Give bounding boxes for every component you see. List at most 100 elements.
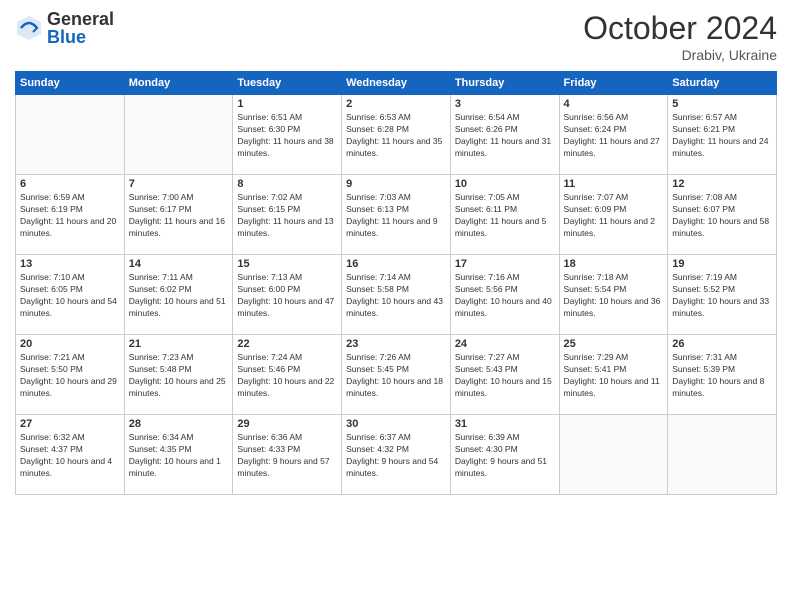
calendar-cell: 4 Sunrise: 6:56 AM Sunset: 6:24 PM Daylig… [559, 95, 668, 175]
logo-text: General Blue [47, 10, 114, 46]
calendar-cell [16, 95, 125, 175]
day-info: Sunrise: 7:31 AM Sunset: 5:39 PM Dayligh… [672, 352, 772, 400]
day-number: 1 [237, 98, 337, 110]
calendar-cell: 18 Sunrise: 7:18 AM Sunset: 5:54 PM Dayli… [559, 255, 668, 335]
day-number: 24 [455, 338, 555, 350]
day-info: Sunrise: 7:13 AM Sunset: 6:00 PM Dayligh… [237, 272, 337, 320]
day-info: Sunrise: 6:39 AM Sunset: 4:30 PM Dayligh… [455, 432, 555, 480]
day-info: Sunrise: 6:56 AM Sunset: 6:24 PM Dayligh… [564, 112, 664, 160]
day-number: 21 [129, 338, 229, 350]
weekday-header-friday: Friday [559, 72, 668, 95]
calendar-cell: 14Sunrise: 7:11 AM Sunset: 6:02 PM Dayli… [124, 255, 233, 335]
calendar-cell [559, 415, 668, 495]
weekday-header-row: SundayMondayTuesdayWednesdayThursdayFrid… [16, 72, 777, 95]
day-info: Sunrise: 7:21 AM Sunset: 5:50 PM Dayligh… [20, 352, 120, 400]
day-info: Sunrise: 7:07 AM Sunset: 6:09 PM Dayligh… [564, 192, 664, 240]
day-info: Sunrise: 6:34 AM Sunset: 4:35 PM Dayligh… [129, 432, 229, 480]
day-info: Sunrise: 7:19 AM Sunset: 5:52 PM Dayligh… [672, 272, 772, 320]
calendar-cell: 9Sunrise: 7:03 AM Sunset: 6:13 PM Daylig… [342, 175, 451, 255]
weekday-header-sunday: Sunday [16, 72, 125, 95]
calendar-cell: 29 Sunrise: 6:36 AM Sunset: 4:33 PM Dayli… [233, 415, 342, 495]
day-info: Sunrise: 7:14 AM Sunset: 5:58 PM Dayligh… [346, 272, 446, 320]
day-info: Sunrise: 6:36 AM Sunset: 4:33 PM Dayligh… [237, 432, 337, 480]
calendar-cell: 20 Sunrise: 7:21 AM Sunset: 5:50 PM Dayli… [16, 335, 125, 415]
weekday-header-thursday: Thursday [450, 72, 559, 95]
location: Drabiv, Ukraine [583, 47, 777, 63]
day-number: 26 [672, 338, 772, 350]
day-info: Sunrise: 6:54 AM Sunset: 6:26 PM Dayligh… [455, 112, 555, 160]
calendar-week-5: 27 Sunrise: 6:32 AM Sunset: 4:37 PM Dayli… [16, 415, 777, 495]
day-info: Sunrise: 7:10 AM Sunset: 6:05 PM Dayligh… [20, 272, 120, 320]
weekday-header-saturday: Saturday [668, 72, 777, 95]
month-title: October 2024 [583, 10, 777, 47]
day-number: 5 [672, 98, 772, 110]
day-info: Sunrise: 7:26 AM Sunset: 5:45 PM Dayligh… [346, 352, 446, 400]
calendar-cell: 6 Sunrise: 6:59 AM Sunset: 6:19 PM Daylig… [16, 175, 125, 255]
weekday-header-tuesday: Tuesday [233, 72, 342, 95]
logo: General Blue [15, 10, 114, 46]
day-info: Sunrise: 6:57 AM Sunset: 6:21 PM Dayligh… [672, 112, 772, 160]
day-number: 29 [237, 418, 337, 430]
day-number: 14 [129, 258, 229, 270]
day-number: 13 [20, 258, 120, 270]
day-number: 10 [455, 178, 555, 190]
calendar-cell: 7 Sunrise: 7:00 AM Sunset: 6:17 PM Daylig… [124, 175, 233, 255]
day-number: 4 [564, 98, 664, 110]
calendar-week-1: 1 Sunrise: 6:51 AM Sunset: 6:30 PM Daylig… [16, 95, 777, 175]
calendar-cell: 13 Sunrise: 7:10 AM Sunset: 6:05 PM Dayli… [16, 255, 125, 335]
day-info: Sunrise: 7:03 AM Sunset: 6:13 PM Dayligh… [346, 192, 446, 240]
day-info: Sunrise: 7:29 AM Sunset: 5:41 PM Dayligh… [564, 352, 664, 400]
calendar-cell: 11 Sunrise: 7:07 AM Sunset: 6:09 PM Dayli… [559, 175, 668, 255]
day-number: 11 [564, 178, 664, 190]
calendar-cell: 19Sunrise: 7:19 AM Sunset: 5:52 PM Dayli… [668, 255, 777, 335]
calendar-cell: 2 Sunrise: 6:53 AM Sunset: 6:28 PM Daylig… [342, 95, 451, 175]
logo-general: General [47, 10, 114, 28]
calendar-week-3: 13 Sunrise: 7:10 AM Sunset: 6:05 PM Dayli… [16, 255, 777, 335]
calendar-cell: 21 Sunrise: 7:23 AM Sunset: 5:48 PM Dayli… [124, 335, 233, 415]
day-number: 16 [346, 258, 446, 270]
calendar-cell: 15 Sunrise: 7:13 AM Sunset: 6:00 PM Dayli… [233, 255, 342, 335]
calendar-week-4: 20 Sunrise: 7:21 AM Sunset: 5:50 PM Dayli… [16, 335, 777, 415]
day-info: Sunrise: 6:37 AM Sunset: 4:32 PM Dayligh… [346, 432, 446, 480]
day-number: 17 [455, 258, 555, 270]
calendar-cell: 5 Sunrise: 6:57 AM Sunset: 6:21 PM Daylig… [668, 95, 777, 175]
weekday-header-monday: Monday [124, 72, 233, 95]
day-info: Sunrise: 7:18 AM Sunset: 5:54 PM Dayligh… [564, 272, 664, 320]
calendar-cell: 10 Sunrise: 7:05 AM Sunset: 6:11 PM Dayli… [450, 175, 559, 255]
calendar-cell: 31 Sunrise: 6:39 AM Sunset: 4:30 PM Dayli… [450, 415, 559, 495]
day-info: Sunrise: 7:23 AM Sunset: 5:48 PM Dayligh… [129, 352, 229, 400]
day-info: Sunrise: 6:53 AM Sunset: 6:28 PM Dayligh… [346, 112, 446, 160]
day-number: 8 [237, 178, 337, 190]
calendar-cell: 1 Sunrise: 6:51 AM Sunset: 6:30 PM Daylig… [233, 95, 342, 175]
day-number: 3 [455, 98, 555, 110]
day-number: 7 [129, 178, 229, 190]
calendar-cell [668, 415, 777, 495]
header: General Blue October 2024 Drabiv, Ukrain… [15, 10, 777, 63]
calendar-cell [124, 95, 233, 175]
title-area: October 2024 Drabiv, Ukraine [583, 10, 777, 63]
calendar-cell: 8Sunrise: 7:02 AM Sunset: 6:15 PM Daylig… [233, 175, 342, 255]
day-number: 22 [237, 338, 337, 350]
day-info: Sunrise: 6:32 AM Sunset: 4:37 PM Dayligh… [20, 432, 120, 480]
day-number: 31 [455, 418, 555, 430]
day-number: 15 [237, 258, 337, 270]
day-info: Sunrise: 7:08 AM Sunset: 6:07 PM Dayligh… [672, 192, 772, 240]
day-number: 6 [20, 178, 120, 190]
calendar-cell: 22Sunrise: 7:24 AM Sunset: 5:46 PM Dayli… [233, 335, 342, 415]
calendar-page: General Blue October 2024 Drabiv, Ukrain… [0, 0, 792, 612]
calendar-cell: 27 Sunrise: 6:32 AM Sunset: 4:37 PM Dayli… [16, 415, 125, 495]
day-number: 2 [346, 98, 446, 110]
day-info: Sunrise: 6:59 AM Sunset: 6:19 PM Dayligh… [20, 192, 120, 240]
logo-icon [15, 14, 43, 42]
day-number: 18 [564, 258, 664, 270]
calendar-cell: 26 Sunrise: 7:31 AM Sunset: 5:39 PM Dayli… [668, 335, 777, 415]
day-info: Sunrise: 7:00 AM Sunset: 6:17 PM Dayligh… [129, 192, 229, 240]
day-info: Sunrise: 7:05 AM Sunset: 6:11 PM Dayligh… [455, 192, 555, 240]
day-number: 20 [20, 338, 120, 350]
day-number: 12 [672, 178, 772, 190]
day-info: Sunrise: 6:51 AM Sunset: 6:30 PM Dayligh… [237, 112, 337, 160]
calendar-table: SundayMondayTuesdayWednesdayThursdayFrid… [15, 71, 777, 495]
calendar-cell: 12 Sunrise: 7:08 AM Sunset: 6:07 PM Dayli… [668, 175, 777, 255]
calendar-cell: 24Sunrise: 7:27 AM Sunset: 5:43 PM Dayli… [450, 335, 559, 415]
day-number: 27 [20, 418, 120, 430]
